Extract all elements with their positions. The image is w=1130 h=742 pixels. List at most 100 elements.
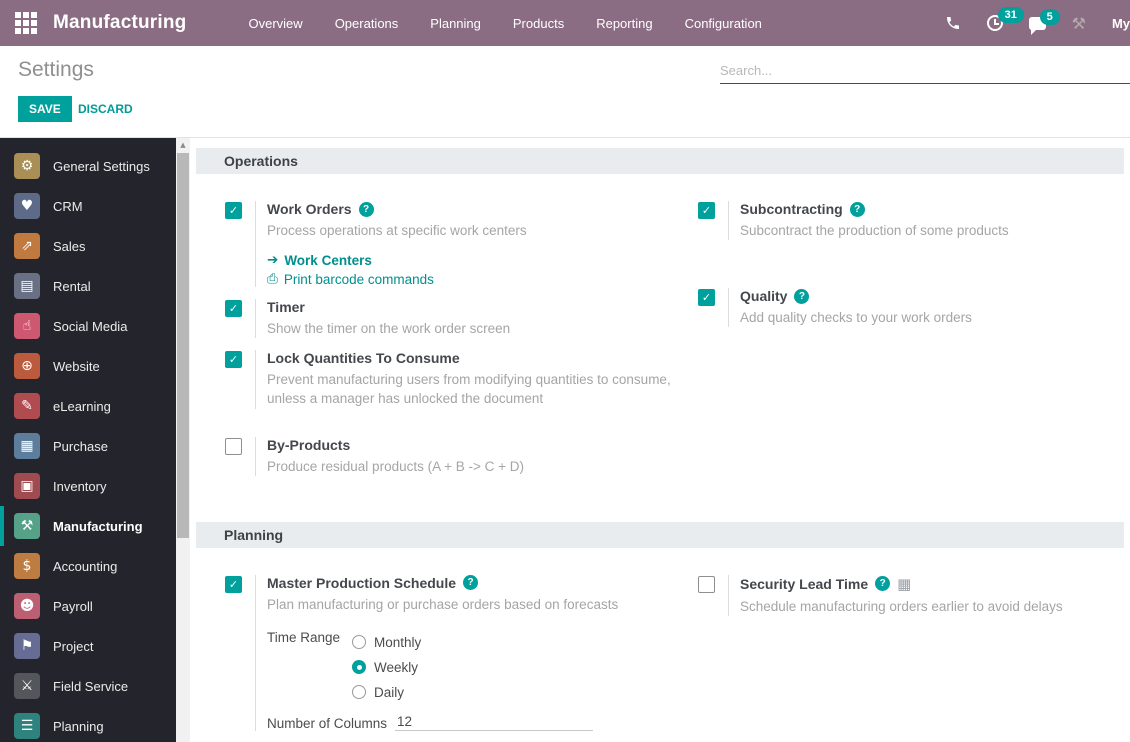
user-menu[interactable]: My bbox=[1112, 16, 1130, 31]
sidebar-item-label: CRM bbox=[53, 199, 83, 214]
scroll-up-arrow-icon[interactable]: ▲ bbox=[176, 138, 190, 152]
radio-daily[interactable]: Daily bbox=[352, 680, 421, 705]
mps-checkbox[interactable] bbox=[225, 576, 242, 593]
general-settings-icon: ⚙ bbox=[14, 153, 40, 179]
inventory-icon: ▣ bbox=[14, 473, 40, 499]
section-header-planning: Planning bbox=[196, 522, 1124, 548]
setting-description: Schedule manufacturing orders earlier to… bbox=[740, 597, 1063, 616]
phone-icon[interactable] bbox=[945, 15, 961, 31]
sidebar-item-label: Payroll bbox=[53, 599, 93, 614]
setting-quality: Quality ? Add quality checks to your wor… bbox=[698, 288, 1130, 327]
sidebar-item-manufacturing[interactable]: ⚒ Manufacturing bbox=[0, 506, 176, 546]
sidebar-item-purchase[interactable]: ▦ Purchase bbox=[0, 426, 176, 466]
radio-selected-icon[interactable] bbox=[352, 660, 366, 674]
work-orders-label: Work Orders bbox=[267, 201, 352, 217]
sidebar-item-payroll[interactable]: ☻ Payroll bbox=[0, 586, 176, 626]
columns-input[interactable]: 12 bbox=[395, 714, 593, 731]
sidebar-item-accounting[interactable]: $ Accounting bbox=[0, 546, 176, 586]
debug-tools-icon[interactable]: ⚒ bbox=[1072, 14, 1086, 33]
save-button[interactable]: SAVE bbox=[18, 96, 72, 122]
vertical-scrollbar[interactable]: ▲ bbox=[176, 138, 190, 742]
help-icon[interactable]: ? bbox=[463, 575, 478, 590]
subcontracting-checkbox[interactable] bbox=[698, 202, 715, 219]
section-header-operations: Operations bbox=[196, 148, 1124, 174]
menu-operations[interactable]: Operations bbox=[335, 16, 399, 31]
help-icon[interactable]: ? bbox=[875, 576, 890, 591]
operations-grid: Work Orders ? Process operations at spec… bbox=[190, 174, 1130, 502]
radio-weekly[interactable]: Weekly bbox=[352, 655, 421, 680]
menu-products[interactable]: Products bbox=[513, 16, 564, 31]
sidebar-item-label: Planning bbox=[53, 719, 104, 734]
radio-monthly[interactable]: Monthly bbox=[352, 630, 421, 655]
project-icon: ⚑ bbox=[14, 633, 40, 659]
quality-checkbox[interactable] bbox=[698, 289, 715, 306]
setting-label: Work Orders ? bbox=[267, 201, 527, 217]
menu-overview[interactable]: Overview bbox=[249, 16, 303, 31]
help-icon[interactable]: ? bbox=[794, 289, 809, 304]
security-lead-time-checkbox[interactable] bbox=[698, 576, 715, 593]
number-of-columns-control: Number of Columns 12 bbox=[267, 714, 618, 731]
radio-icon[interactable] bbox=[352, 635, 366, 649]
sidebar-item-planning[interactable]: ☰ Planning bbox=[0, 706, 176, 742]
radio-label: Monthly bbox=[374, 635, 421, 650]
menu-configuration[interactable]: Configuration bbox=[685, 16, 762, 31]
help-icon[interactable]: ? bbox=[850, 202, 865, 217]
sidebar-item-label: Sales bbox=[53, 239, 86, 254]
lock-quantities-checkbox[interactable] bbox=[225, 351, 242, 368]
sidebar-item-label: Inventory bbox=[53, 479, 106, 494]
work-orders-checkbox[interactable] bbox=[225, 202, 242, 219]
help-icon[interactable]: ? bbox=[359, 202, 374, 217]
page-header: Settings SAVE DISCARD bbox=[0, 46, 1130, 138]
messages-chat-icon[interactable]: 5 bbox=[1029, 17, 1046, 30]
scrollbar-thumb[interactable] bbox=[177, 153, 189, 538]
menu-planning[interactable]: Planning bbox=[430, 16, 481, 31]
setting-lock-quantities: Lock Quantities To Consume Prevent manuf… bbox=[225, 350, 698, 408]
sidebar-item-elearning[interactable]: ✎ eLearning bbox=[0, 386, 176, 426]
sidebar-item-label: General Settings bbox=[53, 159, 150, 174]
print-barcode-link[interactable]: ⎙ Print barcode commands bbox=[267, 271, 527, 287]
discard-button[interactable]: DISCARD bbox=[78, 102, 133, 116]
sidebar-item-rental[interactable]: ▤ Rental bbox=[0, 266, 176, 306]
app-brand-title[interactable]: Manufacturing bbox=[53, 12, 187, 34]
setting-description: Add quality checks to your work orders bbox=[740, 308, 972, 327]
sidebar-item-general-settings[interactable]: ⚙ General Settings bbox=[0, 146, 176, 186]
setting-description: Plan manufacturing or purchase orders ba… bbox=[267, 595, 618, 614]
sidebar-item-label: Purchase bbox=[53, 439, 108, 454]
sidebar-item-field-service[interactable]: ⚔ Field Service bbox=[0, 666, 176, 706]
work-centers-link[interactable]: ➔ Work Centers bbox=[267, 252, 527, 268]
accounting-icon: $ bbox=[14, 553, 40, 579]
sidebar-item-label: Rental bbox=[53, 279, 91, 294]
search-input[interactable] bbox=[720, 58, 1130, 84]
timer-checkbox[interactable] bbox=[225, 300, 242, 317]
arrow-right-icon: ➔ bbox=[267, 252, 278, 268]
app-menu: Overview Operations Planning Products Re… bbox=[249, 16, 762, 31]
purchase-icon: ▦ bbox=[14, 433, 40, 459]
settings-sidebar: ⚙ General Settings ♥ CRM ⇗ Sales ▤ Renta… bbox=[0, 138, 176, 742]
field-service-icon: ⚔ bbox=[14, 673, 40, 699]
activities-badge: 31 bbox=[998, 7, 1024, 23]
menu-reporting[interactable]: Reporting bbox=[596, 16, 652, 31]
setting-by-products: By-Products Produce residual products (A… bbox=[225, 437, 698, 476]
sidebar-item-label: Project bbox=[53, 639, 93, 654]
sidebar-item-sales[interactable]: ⇗ Sales bbox=[0, 226, 176, 266]
setting-description: Show the timer on the work order screen bbox=[267, 319, 510, 338]
activities-clock-icon[interactable]: 31 bbox=[987, 15, 1003, 31]
by-products-checkbox[interactable] bbox=[225, 438, 242, 455]
sidebar-item-crm[interactable]: ♥ CRM bbox=[0, 186, 176, 226]
sidebar-item-social-media[interactable]: ☝ Social Media bbox=[0, 306, 176, 346]
setting-description: Prevent manufacturing users from modifyi… bbox=[267, 370, 671, 408]
sidebar-item-label: Field Service bbox=[53, 679, 128, 694]
setting-work-orders: Work Orders ? Process operations at spec… bbox=[225, 201, 698, 287]
sidebar-item-project[interactable]: ⚑ Project bbox=[0, 626, 176, 666]
sidebar-item-website[interactable]: ⊕ Website bbox=[0, 346, 176, 386]
radio-label: Daily bbox=[374, 685, 404, 700]
manufacturing-icon: ⚒ bbox=[14, 513, 40, 539]
link-label: Work Centers bbox=[284, 253, 372, 268]
radio-icon[interactable] bbox=[352, 685, 366, 699]
sidebar-item-inventory[interactable]: ▣ Inventory bbox=[0, 466, 176, 506]
sales-icon: ⇗ bbox=[14, 233, 40, 259]
lock-quantities-label: Lock Quantities To Consume bbox=[267, 350, 460, 366]
apps-menu-icon[interactable] bbox=[15, 12, 37, 34]
planning-grid: Master Production Schedule ? Plan manufa… bbox=[190, 548, 1130, 742]
settings-content: Operations Work Orders ? Process operati… bbox=[190, 138, 1130, 742]
